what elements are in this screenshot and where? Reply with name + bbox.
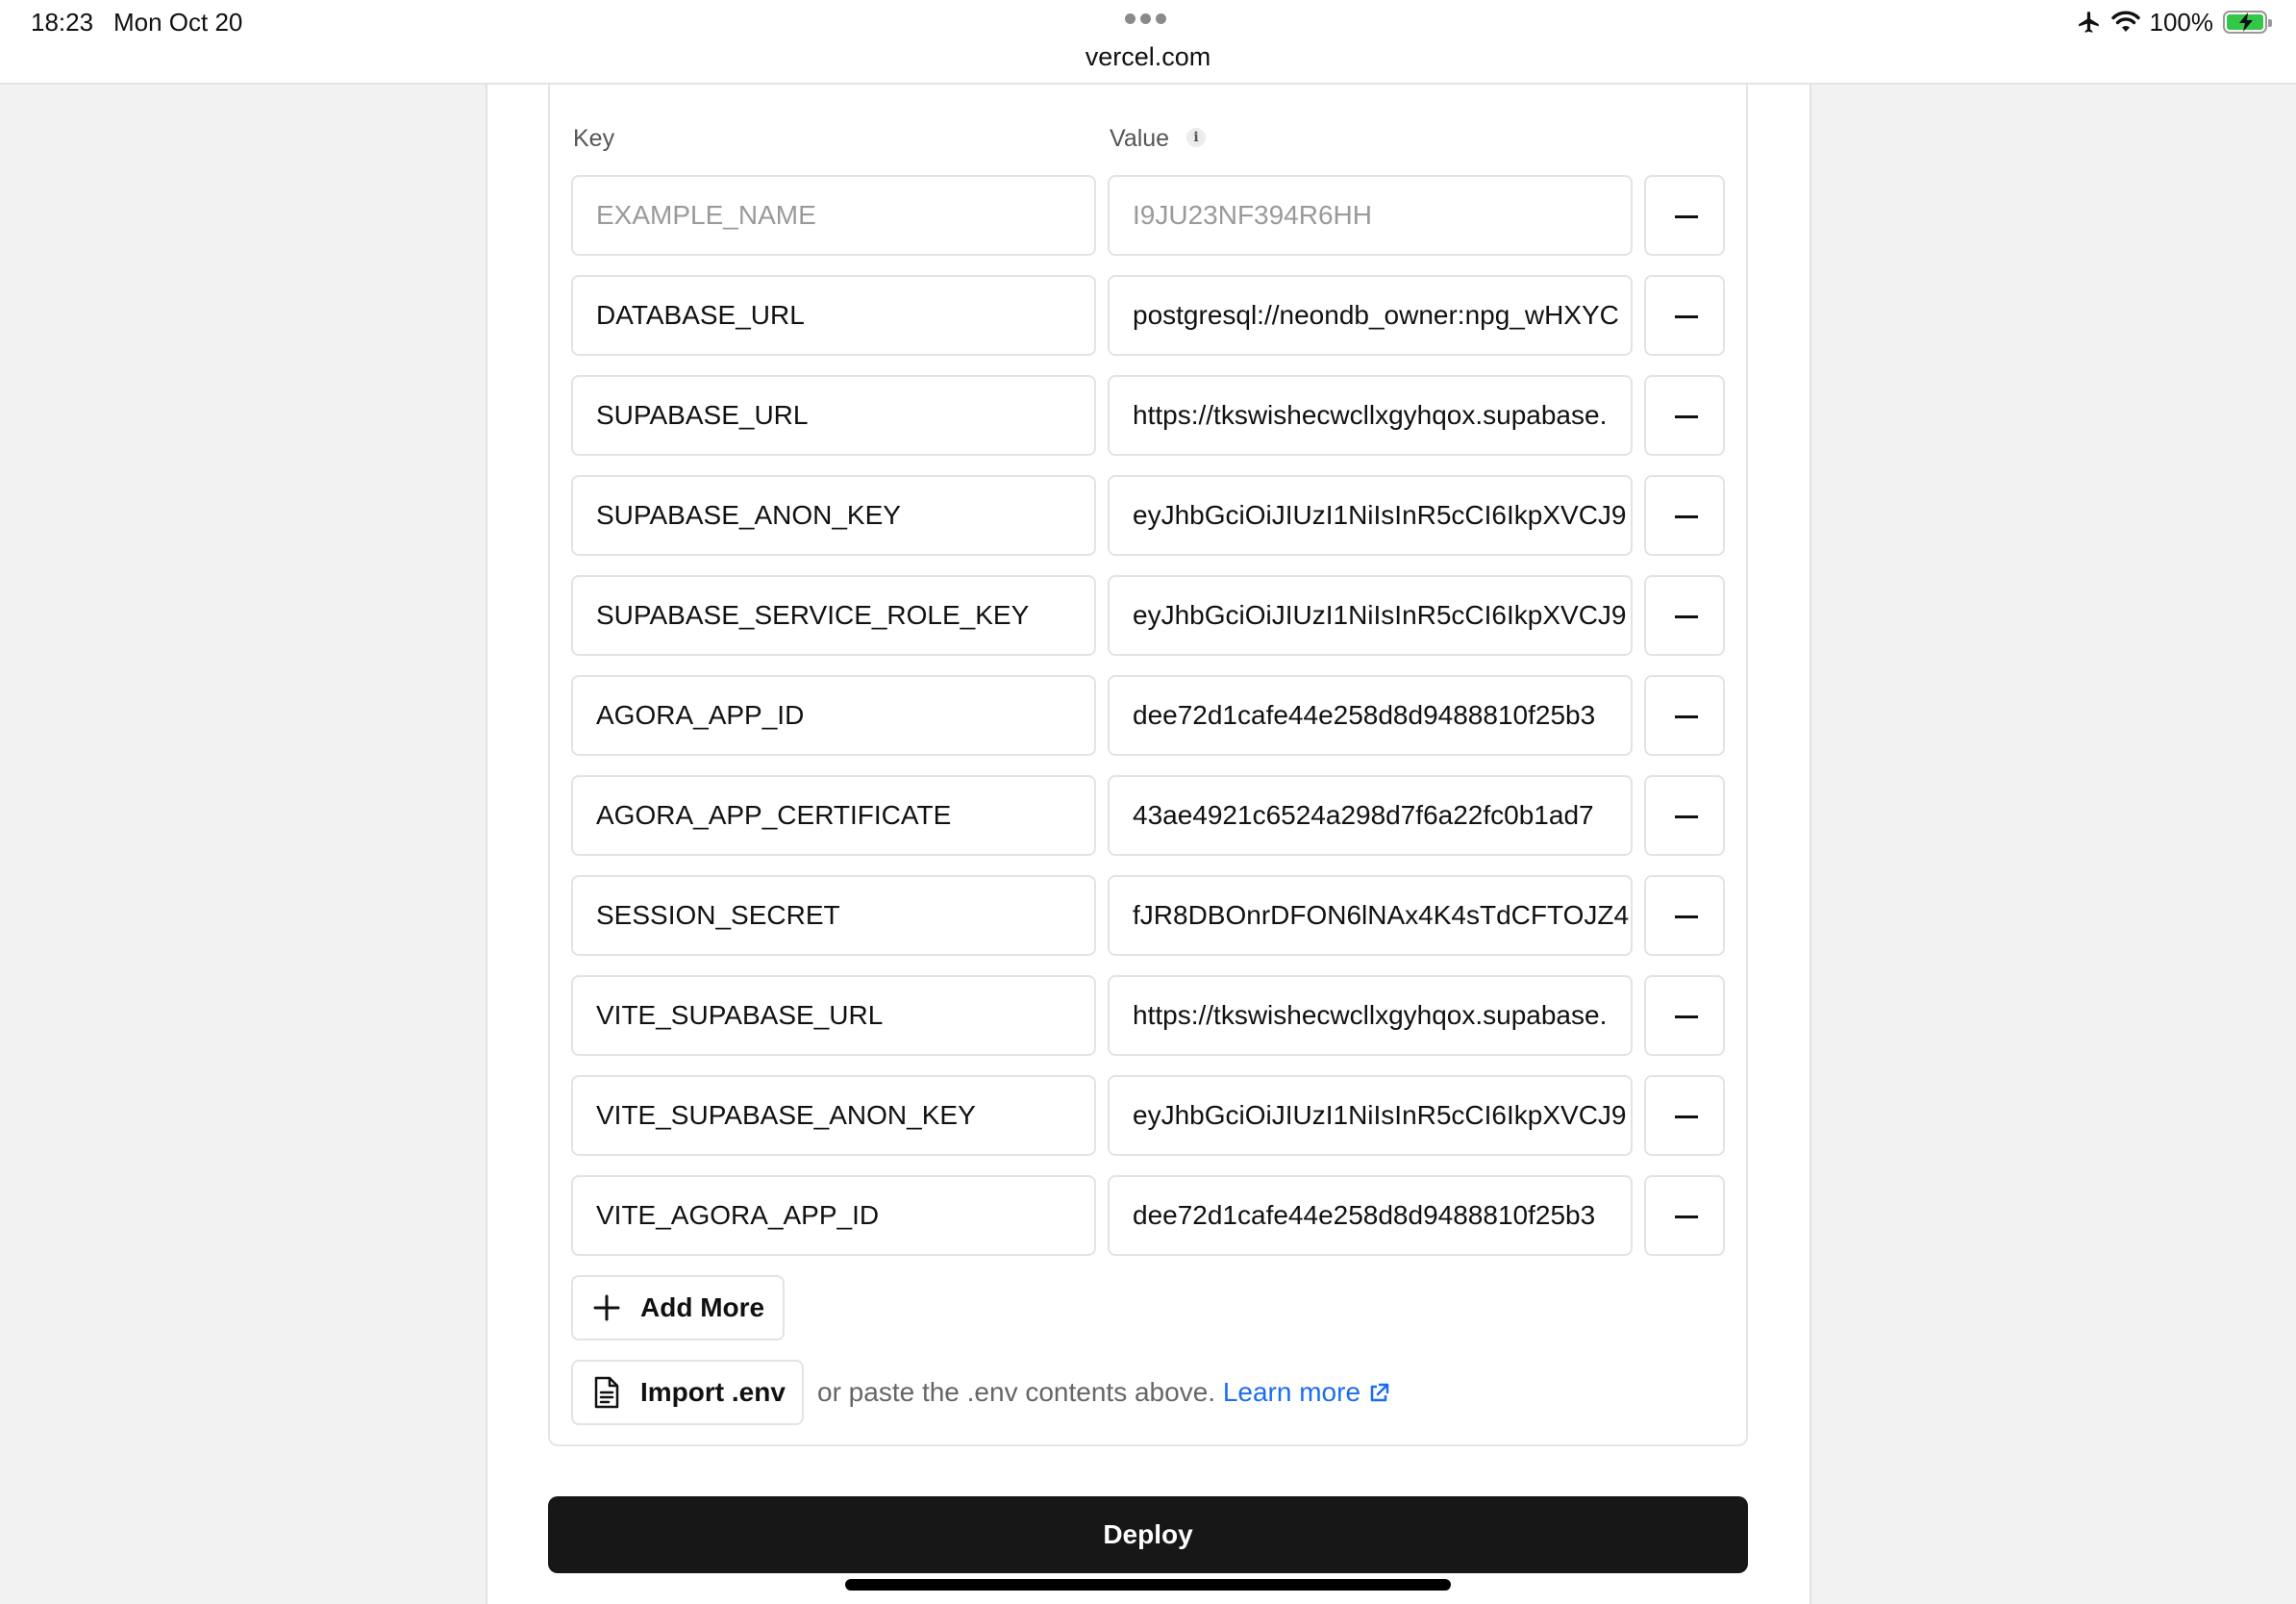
remove-row-button[interactable] xyxy=(1644,575,1725,656)
env-row: VITE_SUPABASE_URL https://tkswishecwcllx… xyxy=(571,975,1725,1056)
env-row: AGORA_APP_ID dee72d1cafe44e258d8d9488810… xyxy=(571,675,1725,756)
env-row: SUPABASE_URL https://tkswishecwcllxgyhqo… xyxy=(571,375,1725,456)
status-indicators: 100% xyxy=(2077,7,2272,37)
value-input[interactable]: https://tkswishecwcllxgyhqox.supabase. xyxy=(1108,975,1633,1056)
file-icon xyxy=(592,1376,621,1409)
status-bar: 18:23 Mon Oct 20 vercel.com 100% xyxy=(0,0,2296,85)
value-input[interactable]: postgresql://neondb_owner:npg_wHXYC xyxy=(1108,275,1633,356)
key-input[interactable]: VITE_AGORA_APP_ID xyxy=(571,1175,1096,1256)
key-input[interactable]: VITE_SUPABASE_URL xyxy=(571,975,1096,1056)
remove-row-button[interactable] xyxy=(1644,675,1725,756)
battery-charging-icon xyxy=(2223,11,2272,34)
plus-icon xyxy=(592,1291,621,1324)
remove-row-button[interactable] xyxy=(1644,175,1725,256)
value-input[interactable]: I9JU23NF394R6HH xyxy=(1108,175,1633,256)
paste-hint: or paste the .env contents above. Learn … xyxy=(817,1377,1389,1408)
value-column-label: Value xyxy=(1110,125,1170,152)
add-more-button[interactable]: Add More xyxy=(571,1275,785,1341)
env-row: VITE_SUPABASE_ANON_KEY eyJhbGciOiJIUzI1N… xyxy=(571,1075,1725,1156)
home-indicator[interactable] xyxy=(845,1579,1451,1591)
remove-row-button[interactable] xyxy=(1644,1075,1725,1156)
status-time: 18:23 xyxy=(31,8,94,37)
env-row: DATABASE_URL postgresql://neondb_owner:n… xyxy=(571,275,1725,356)
env-row-new: EXAMPLE_NAME I9JU23NF394R6HH xyxy=(571,175,1725,256)
key-input[interactable]: SUPABASE_URL xyxy=(571,375,1096,456)
import-env-label: Import .env xyxy=(640,1377,786,1407)
key-input[interactable]: EXAMPLE_NAME xyxy=(571,175,1096,256)
airplane-icon xyxy=(2078,12,2099,33)
value-input[interactable]: https://tkswishecwcllxgyhqox.supabase. xyxy=(1108,375,1633,456)
remove-row-button[interactable] xyxy=(1644,275,1725,356)
key-column-label: Key xyxy=(573,125,615,152)
address-bar-url[interactable]: vercel.com xyxy=(0,42,2296,72)
key-input[interactable]: DATABASE_URL xyxy=(571,275,1096,356)
value-input[interactable]: eyJhbGciOiJIUzI1NiIsInR5cCI6IkpXVCJ9 xyxy=(1108,575,1633,656)
deploy-button[interactable]: Deploy xyxy=(548,1496,1748,1573)
key-input[interactable]: AGORA_APP_CERTIFICATE xyxy=(571,775,1096,856)
value-input[interactable]: eyJhbGciOiJIUzI1NiIsInR5cCI6IkpXVCJ9 xyxy=(1108,1075,1633,1156)
env-row: VITE_AGORA_APP_ID dee72d1cafe44e258d8d94… xyxy=(571,1175,1725,1256)
key-input[interactable]: SUPABASE_SERVICE_ROLE_KEY xyxy=(571,575,1096,656)
value-input[interactable]: dee72d1cafe44e258d8d9488810f25b3 xyxy=(1108,1175,1633,1256)
learn-more-link[interactable]: Learn more xyxy=(1223,1377,1389,1407)
env-row: AGORA_APP_CERTIFICATE 43ae4921c6524a298d… xyxy=(571,775,1725,856)
remove-row-button[interactable] xyxy=(1644,1175,1725,1256)
remove-row-button[interactable] xyxy=(1644,975,1725,1056)
env-row: SUPABASE_SERVICE_ROLE_KEY eyJhbGciOiJIUz… xyxy=(571,575,1725,656)
info-icon[interactable]: i xyxy=(1186,128,1206,147)
battery-percent: 100% xyxy=(2149,7,2214,37)
value-input[interactable]: dee72d1cafe44e258d8d9488810f25b3 xyxy=(1108,675,1633,756)
key-input[interactable]: SUPABASE_ANON_KEY xyxy=(571,475,1096,556)
env-row: SUPABASE_ANON_KEY eyJhbGciOiJIUzI1NiIsIn… xyxy=(571,475,1725,556)
remove-row-button[interactable] xyxy=(1644,475,1725,556)
add-more-label: Add More xyxy=(640,1292,765,1322)
paste-hint-text: or paste the .env contents above. xyxy=(817,1377,1216,1407)
more-dots-icon[interactable] xyxy=(1125,12,1173,29)
import-env-button[interactable]: Import .env xyxy=(571,1360,804,1425)
value-input[interactable]: 43ae4921c6524a298d7f6a22fc0b1ad7 xyxy=(1108,775,1633,856)
value-input[interactable]: fJR8DBOnrDFON6lNAx4K4sTdCFTOJZ4 xyxy=(1108,875,1633,956)
wifi-icon xyxy=(2110,11,2140,32)
external-link-icon xyxy=(1370,1383,1389,1402)
remove-row-button[interactable] xyxy=(1644,375,1725,456)
remove-row-button[interactable] xyxy=(1644,875,1725,956)
remove-row-button[interactable] xyxy=(1644,775,1725,856)
status-date: Mon Oct 20 xyxy=(113,8,243,37)
key-input[interactable]: SESSION_SECRET xyxy=(571,875,1096,956)
value-input[interactable]: eyJhbGciOiJIUzI1NiIsInR5cCI6IkpXVCJ9 xyxy=(1108,475,1633,556)
env-row: SESSION_SECRET fJR8DBOnrDFON6lNAx4K4sTdC… xyxy=(571,875,1725,956)
key-input[interactable]: AGORA_APP_ID xyxy=(571,675,1096,756)
key-input[interactable]: VITE_SUPABASE_ANON_KEY xyxy=(571,1075,1096,1156)
